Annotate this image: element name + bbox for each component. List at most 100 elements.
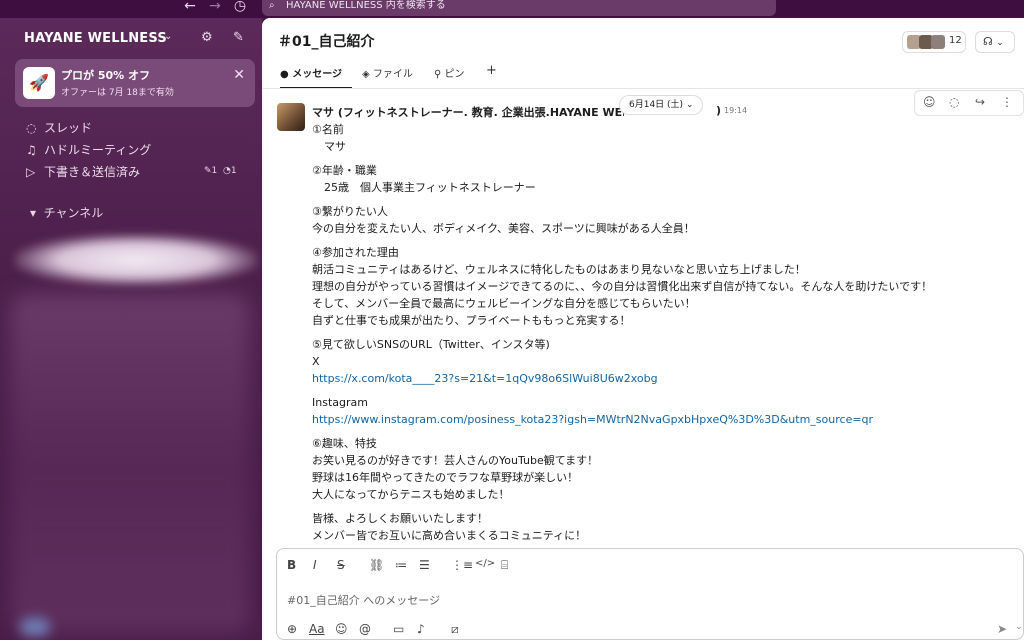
sidebar-item-label: ハドルミーティング [44, 143, 152, 157]
chevron-down-icon[interactable]: ⌄ [164, 31, 172, 42]
huddle-button[interactable]: ☊ ⌄ [975, 31, 1015, 53]
message-line: X [312, 355, 320, 368]
message-line: ④参加された理由 [312, 246, 399, 259]
sender-name-tail: ) [716, 104, 722, 117]
arrow-left-icon[interactable]: ← [180, 0, 200, 14]
member-count: 12 [949, 35, 962, 46]
chevron-down-icon: ⌄ [996, 38, 1004, 48]
message-line: Instagram [312, 396, 368, 409]
sidebar-item-threads[interactable]: ◌ スレッド [26, 120, 92, 136]
blurred-channel-item [14, 234, 258, 286]
layers-icon: ◈ [362, 69, 370, 80]
tab-label: ファイル [372, 69, 413, 80]
date-divider[interactable]: 6月14日 (土) ⌄ [619, 95, 704, 115]
reply-thread-icon[interactable]: ◌ [949, 95, 959, 109]
italic-icon[interactable]: I [313, 558, 317, 572]
bold-icon[interactable]: B [287, 558, 296, 572]
headphones-icon: ☊ [983, 35, 993, 48]
message-line: 25歳 個人事業主フィットネストレーナー [324, 181, 536, 194]
channels-header-label: チャンネル [43, 206, 104, 220]
caret-down-icon: ▾ [30, 206, 37, 220]
emoji-icon[interactable]: ☺ [335, 622, 348, 636]
x-link[interactable]: https://x.com/kota____23?s=21&t=1qQv98o6… [312, 372, 658, 385]
plus-icon[interactable]: ⊕ [287, 622, 297, 636]
promo-banner[interactable]: 🚀 プロが 50% オフ オファーは 7月 18まで有効 ✕ [15, 59, 255, 107]
sent-count: 1 [230, 166, 237, 176]
message-line: 今の自分を変えたい人、ボディメイク、美容、スポーツに興味がある人全員！ [312, 222, 695, 235]
promo-title: プロが 50% オフ [61, 69, 150, 82]
share-icon[interactable]: ↪ [975, 95, 985, 109]
search-input[interactable]: ⌕ HAYANE WELLNESS 内を検索する [262, 0, 776, 16]
tab-pins[interactable]: ⚲ ピン [434, 65, 465, 80]
tab-label: メッセージ [292, 69, 343, 80]
message-line: 皆様、よろしくお願いいたします！ [312, 512, 488, 525]
search-placeholder: HAYANE WELLNESS 内を検索する [286, 0, 446, 11]
message-line: ③繋がりたい人 [312, 205, 388, 218]
ordered-list-icon[interactable]: ≔ [395, 558, 407, 572]
chevron-down-icon: ⌄ [685, 100, 694, 110]
microphone-icon[interactable]: ♪ [417, 622, 425, 636]
send-count-icon: ◔ [223, 166, 231, 176]
code-block-icon[interactable]: ⌸ [501, 558, 508, 573]
send-icon[interactable]: ➤ [997, 622, 1007, 636]
avatar[interactable] [277, 103, 305, 131]
text-format-icon[interactable]: Aa [309, 622, 325, 636]
message-input-placeholder: #01_自己紹介 へのメッセージ [287, 594, 440, 607]
workspace-name[interactable]: HAYANE WELLNESS [24, 31, 167, 46]
sender-name[interactable]: マサ (フィットネストレーナー. 教育. 企業出張.HAYANE WELLNES… [312, 104, 624, 120]
main-panel: ＃01_自己紹介 12 ☊ ⌄ ● メッセージ ◈ ファイル ⚲ ピン + ☺ … [262, 18, 1024, 640]
message-line: 理想の自分がやっている習慣はイメージできてるのに、、今の自分は習慣化出来ず自信が… [312, 280, 933, 293]
search-icon: ⌕ [269, 0, 275, 11]
sidebar-item-label: スレッド [44, 121, 93, 135]
pencil-icon: ✎ [204, 166, 212, 176]
add-reaction-icon[interactable]: ☺ [923, 95, 936, 109]
tab-messages[interactable]: ● メッセージ [280, 65, 342, 80]
message-line: メンバー皆でお互いに高め合いまくるコミュニティに！ [312, 529, 587, 542]
message-input[interactable]: #01_自己紹介 へのメッセージ [287, 592, 440, 608]
chevron-down-icon[interactable]: ⌄ [1015, 622, 1023, 632]
video-icon[interactable]: ▭ [393, 622, 404, 636]
close-icon[interactable]: ✕ [233, 67, 245, 83]
blockquote-icon[interactable]: ⋮≡ [451, 558, 473, 572]
members-button[interactable]: 12 [902, 31, 966, 53]
strikethrough-icon[interactable]: S [337, 558, 345, 572]
message-icon: ● [280, 69, 289, 80]
message-line: お笑い見るのが好きです！芸人さんのYouTube観てます！ [312, 454, 599, 467]
drafts-badge: ✎1 ◔1 [204, 166, 237, 176]
date-label: 6月14日 (土) [629, 100, 684, 110]
message-line: 朝活コミュニティはあるけど、ウェルネスに特化したものはあまり見ないなと思い立ち上… [312, 263, 806, 276]
sidebar-item-label: 下書き＆送信済み [44, 165, 141, 179]
send-icon: ▷ [26, 165, 36, 179]
message-line: 野球は16年間やってきたのでラフな草野球が楽しい！ [312, 471, 579, 484]
message-line: ⑥趣味、特技 [312, 437, 377, 450]
compose-icon[interactable]: ✎ [233, 30, 244, 45]
add-tab-button[interactable]: + [486, 63, 497, 78]
message-line: そして、メンバー全員で最高にウェルビーイングな自分を感じてもらいたい！ [312, 297, 696, 310]
bullet-list-icon[interactable]: ☰ [419, 558, 430, 572]
divider [262, 88, 1024, 89]
message-line: 大人になってからテニスも始めました！ [312, 488, 510, 501]
code-icon[interactable]: </> [475, 558, 495, 569]
sidebar-item-huddles[interactable]: ♫ ハドルミーティング [26, 142, 151, 158]
tab-files[interactable]: ◈ ファイル [362, 65, 413, 80]
filter-icon[interactable]: ⚙ [201, 30, 213, 45]
instagram-link[interactable]: https://www.instagram.com/posiness_kota2… [312, 413, 873, 426]
message-line: ①名前 [312, 123, 344, 136]
channel-title[interactable]: ＃01_自己紹介 [278, 31, 374, 51]
mention-icon[interactable]: @ [359, 622, 371, 636]
timestamp[interactable]: 19:14 [724, 106, 747, 115]
top-bar: ← → ◷ ⌕ HAYANE WELLNESS 内を検索する [0, 0, 1024, 18]
more-icon[interactable]: ⋮ [1001, 95, 1013, 109]
pin-icon: ⚲ [434, 69, 442, 80]
clock-icon[interactable]: ◷ [230, 0, 250, 14]
link-icon[interactable]: ⛓ [369, 558, 384, 572]
channels-header[interactable]: ▾ チャンネル [30, 204, 103, 221]
arrow-right-icon[interactable]: → [205, 0, 225, 14]
promo-subtitle: オファーは 7月 18まで有効 [61, 88, 174, 98]
avatar [931, 35, 945, 49]
sidebar-item-drafts[interactable]: ▷ 下書き＆送信済み [26, 164, 140, 180]
blurred-avatar [20, 618, 50, 636]
message-line: 自ずと仕事でも成果が出たり、プライベートももっと充実する！ [312, 314, 631, 327]
rocket-icon: 🚀 [23, 67, 55, 99]
shortcuts-icon[interactable]: ⧄ [451, 622, 459, 637]
